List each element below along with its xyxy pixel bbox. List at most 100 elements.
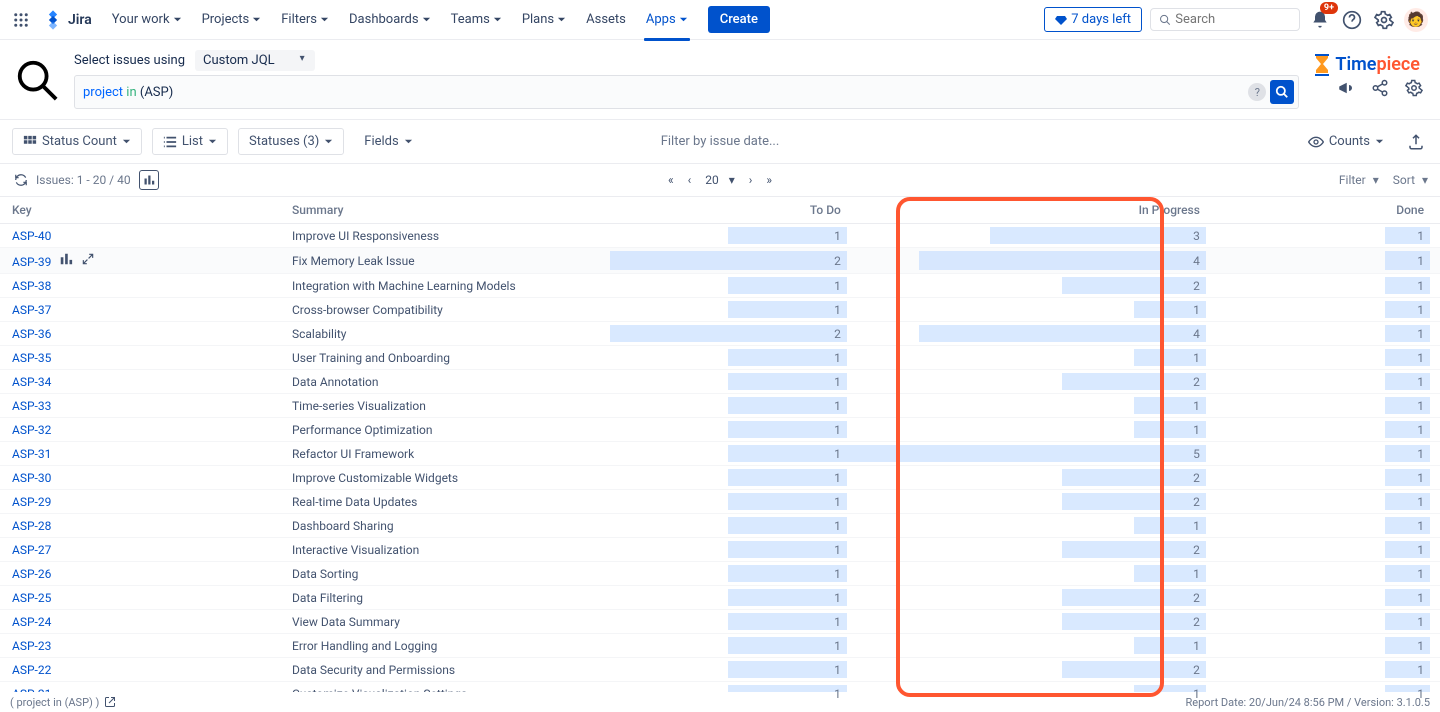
table-row[interactable]: ASP-37Cross-browser Compatibility111 (0, 298, 1440, 322)
filter-dropdown[interactable]: Filter ▾ (1339, 173, 1379, 187)
table-row[interactable]: ASP-30Improve Customizable Widgets121 (0, 466, 1440, 490)
nav-your-work[interactable]: Your work (104, 8, 190, 31)
table-row[interactable]: ASP-39Fix Memory Leak Issue241 (0, 248, 1440, 274)
inprogress-cell: 2 (857, 610, 1216, 634)
notif-badge: 9+ (1320, 2, 1338, 14)
barchart-icon[interactable] (59, 252, 73, 266)
export-button[interactable] (1404, 130, 1428, 154)
refresh-button[interactable] (12, 171, 30, 189)
table-row[interactable]: ASP-33Time-series Visualization111 (0, 394, 1440, 418)
col-todo[interactable]: To Do (620, 197, 857, 224)
jql-input[interactable]: project in (ASP) ? (74, 75, 1299, 109)
avatar[interactable]: 🧑 (1404, 8, 1428, 32)
table-row[interactable]: ASP-28Dashboard Sharing111 (0, 514, 1440, 538)
issue-summary: Scalability (280, 322, 620, 346)
table-row[interactable]: ASP-29Real-time Data Updates121 (0, 490, 1440, 514)
fields-dropdown[interactable]: Fields (354, 129, 422, 154)
issue-key[interactable]: ASP-31 (0, 442, 280, 466)
filter-date-input[interactable]: Filter by issue date... (661, 134, 780, 149)
col-summary[interactable]: Summary (280, 197, 620, 224)
table-row[interactable]: ASP-27Interactive Visualization121 (0, 538, 1440, 562)
feedback-button[interactable] (1334, 76, 1358, 100)
col-done[interactable]: Done (1216, 197, 1440, 224)
issue-key[interactable]: ASP-32 (0, 418, 280, 442)
issue-key[interactable]: ASP-29 (0, 490, 280, 514)
todo-cell: 1 (620, 586, 857, 610)
search-input[interactable] (1175, 12, 1291, 27)
issue-key[interactable]: ASP-23 (0, 634, 280, 658)
page-next[interactable]: › (749, 173, 753, 187)
statuses-dropdown[interactable]: Statuses (3) (238, 128, 344, 155)
share-button[interactable] (1368, 76, 1392, 100)
issue-key[interactable]: ASP-40 (0, 224, 280, 248)
jql-mode-selector[interactable]: Custom JQL (195, 50, 315, 71)
table-row[interactable]: ASP-23Error Handling and Logging111 (0, 634, 1440, 658)
expand-icon[interactable] (81, 252, 95, 266)
jql-help-icon[interactable]: ? (1248, 83, 1266, 101)
nav-projects[interactable]: Projects (194, 8, 270, 31)
done-cell: 1 (1216, 298, 1440, 322)
table-row[interactable]: ASP-36Scalability241 (0, 322, 1440, 346)
issue-key[interactable]: ASP-39 (0, 248, 280, 274)
issue-key[interactable]: ASP-27 (0, 538, 280, 562)
inprogress-cell: 2 (857, 658, 1216, 682)
issue-key[interactable]: ASP-35 (0, 346, 280, 370)
col-key[interactable]: Key (0, 197, 280, 224)
issue-count: Issues: 1 - 20 / 40 (36, 173, 131, 187)
issue-table-wrap[interactable]: Key Summary To Do In Progress Done ASP-4… (0, 197, 1440, 703)
issue-key[interactable]: ASP-38 (0, 274, 280, 298)
page-last[interactable]: » (766, 173, 772, 187)
issue-key[interactable]: ASP-24 (0, 610, 280, 634)
table-row[interactable]: ASP-24View Data Summary121 (0, 610, 1440, 634)
table-row[interactable]: ASP-40Improve UI Responsiveness131 (0, 224, 1440, 248)
status-count-dropdown[interactable]: Status Count (12, 128, 142, 155)
table-row[interactable]: ASP-31Refactor UI Framework151 (0, 442, 1440, 466)
nav-teams[interactable]: Teams (443, 8, 510, 31)
table-row[interactable]: ASP-38Integration with Machine Learning … (0, 274, 1440, 298)
global-search[interactable] (1150, 8, 1300, 31)
table-row[interactable]: ASP-32Performance Optimization111 (0, 418, 1440, 442)
issue-key[interactable]: ASP-33 (0, 394, 280, 418)
table-row[interactable]: ASP-34Data Annotation121 (0, 370, 1440, 394)
app-settings-button[interactable] (1402, 76, 1426, 100)
nav-filters[interactable]: Filters (273, 8, 337, 31)
done-cell: 1 (1216, 442, 1440, 466)
notifications-button[interactable]: 9+ (1308, 8, 1332, 32)
chart-toggle[interactable] (139, 170, 159, 190)
settings-button[interactable] (1372, 8, 1396, 32)
nav-apps[interactable]: Apps (638, 8, 696, 31)
col-inprogress[interactable]: In Progress (857, 197, 1216, 224)
issue-key[interactable]: ASP-36 (0, 322, 280, 346)
counts-dropdown[interactable]: Counts (1298, 129, 1394, 155)
create-button[interactable]: Create (708, 6, 770, 33)
issue-key[interactable]: ASP-25 (0, 586, 280, 610)
trial-days-left[interactable]: 7 days left (1044, 7, 1142, 32)
page-first[interactable]: « (668, 173, 674, 187)
page-size-selector[interactable]: 20 ▾ (705, 173, 734, 187)
sort-dropdown[interactable]: Sort ▾ (1393, 173, 1428, 187)
issue-summary: Data Filtering (280, 586, 620, 610)
jira-logo[interactable]: Jira (42, 9, 92, 31)
gear-icon (1374, 10, 1394, 30)
issue-key[interactable]: ASP-34 (0, 370, 280, 394)
open-external-icon[interactable] (103, 695, 117, 709)
issue-key[interactable]: ASP-22 (0, 658, 280, 682)
issue-key[interactable]: ASP-30 (0, 466, 280, 490)
nav-plans[interactable]: Plans (514, 8, 574, 31)
table-row[interactable]: ASP-25Data Filtering121 (0, 586, 1440, 610)
app-switcher-icon[interactable] (12, 11, 30, 29)
list-dropdown[interactable]: List (152, 128, 228, 155)
done-cell: 1 (1216, 466, 1440, 490)
issue-key[interactable]: ASP-37 (0, 298, 280, 322)
help-button[interactable] (1340, 8, 1364, 32)
issue-key[interactable]: ASP-28 (0, 514, 280, 538)
table-row[interactable]: ASP-26Data Sorting111 (0, 562, 1440, 586)
issue-key[interactable]: ASP-26 (0, 562, 280, 586)
page-prev[interactable]: ‹ (688, 173, 692, 187)
table-row[interactable]: ASP-35User Training and Onboarding111 (0, 346, 1440, 370)
jql-run-button[interactable] (1270, 80, 1294, 104)
nav-assets[interactable]: Assets (578, 8, 634, 31)
inprogress-cell: 1 (857, 346, 1216, 370)
nav-dashboards[interactable]: Dashboards (341, 8, 439, 31)
table-row[interactable]: ASP-22Data Security and Permissions121 (0, 658, 1440, 682)
